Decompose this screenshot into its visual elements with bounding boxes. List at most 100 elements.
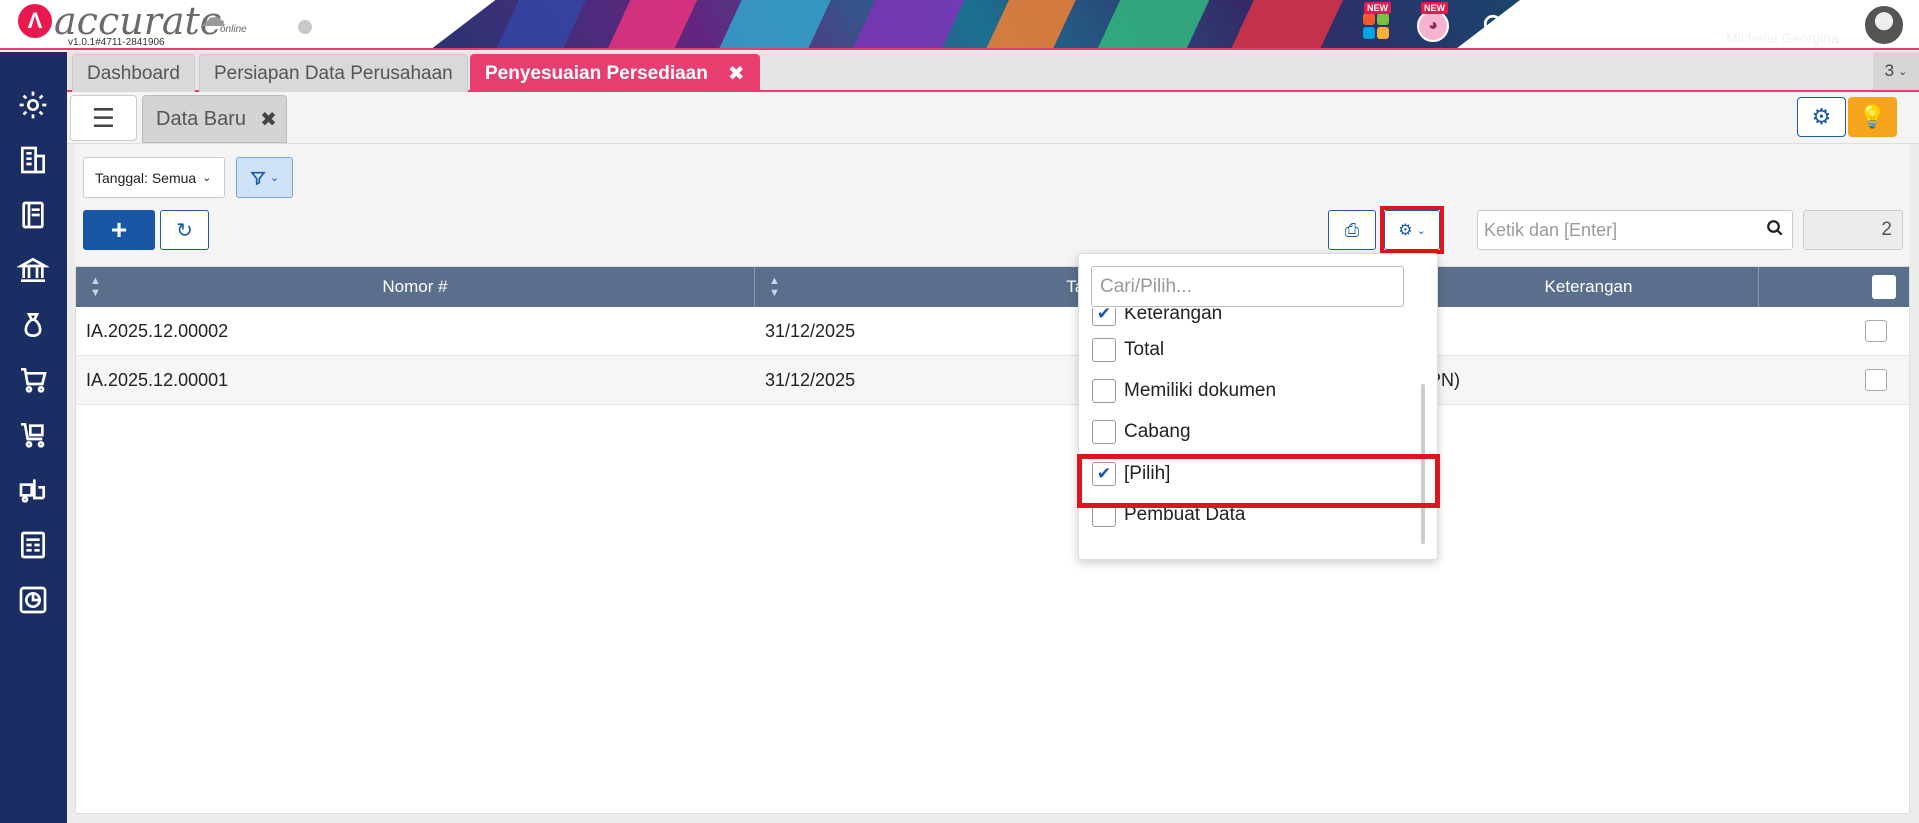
- chevron-down-icon: ⌄: [1898, 65, 1908, 78]
- accurate-logo-mark: Λ: [18, 4, 52, 38]
- subtab-data-baru[interactable]: Data Baru ✖: [142, 95, 287, 143]
- date-filter-label: Tanggal: Semua: [95, 169, 197, 186]
- accurate-logo[interactable]: Λ accurate: [18, 0, 223, 43]
- search-input[interactable]: [1478, 211, 1748, 249]
- refresh-icon: ↻: [176, 219, 193, 242]
- module-tabs: Dashboard Persiapan Data Perusahaan Peny…: [67, 52, 1919, 92]
- column-search-input[interactable]: [1091, 266, 1404, 307]
- apps-grid-icon: [1363, 13, 1389, 39]
- unchecked-checkbox-icon: [1092, 338, 1116, 362]
- tab-label: Penyesuaian Persediaan: [485, 62, 708, 84]
- chevron-down-icon: ⌄: [269, 172, 280, 184]
- table-header: ▲▼ Nomor # ▲▼ Tanggal Keterangan: [76, 267, 1909, 307]
- date-filter-select[interactable]: Tanggal: Semua ⌄: [83, 157, 225, 198]
- list-icon: ☰: [91, 102, 116, 133]
- cell-tanggal: 31/12/2025: [765, 370, 856, 390]
- close-subtab-icon[interactable]: ✖: [260, 107, 277, 132]
- search-icon[interactable]: [1477, 8, 1513, 44]
- option-label: Memiliki dokumen: [1124, 380, 1277, 401]
- top-bar: Λ accurate ☁ online v1.0.1#4711-2841906 …: [0, 0, 1919, 50]
- chevron-down-icon: ⌄: [1416, 224, 1426, 237]
- gear-icon: ⚙: [1811, 104, 1832, 129]
- bell-icon[interactable]: [1597, 8, 1633, 44]
- row-checkbox[interactable]: [1865, 369, 1887, 391]
- column-label: Nomor #: [382, 277, 448, 296]
- row-checkbox[interactable]: [1865, 320, 1887, 342]
- unchecked-checkbox-icon: [1092, 420, 1116, 444]
- column-option-cabang[interactable]: Cabang: [1092, 416, 1191, 448]
- add-button[interactable]: +: [83, 210, 155, 250]
- assistant-button[interactable]: ◕ NEW: [1415, 2, 1451, 44]
- checked-checkbox-icon: ✔: [1092, 308, 1116, 326]
- record-count-field: 2: [1803, 210, 1903, 250]
- tab-count-dropdown[interactable]: 3 ⌄: [1873, 52, 1919, 90]
- cell-tanggal: 31/12/2025: [765, 321, 856, 341]
- inventory-forklift-icon[interactable]: [14, 471, 52, 509]
- money-bag-icon[interactable]: [14, 306, 52, 344]
- table-row[interactable]: IA.2025.12.00002 31/12/2025: [76, 307, 1909, 356]
- column-option-total[interactable]: Total: [1092, 334, 1164, 366]
- mascot-icon: ◕: [1417, 10, 1449, 42]
- data-table: ▲▼ Nomor # ▲▼ Tanggal Keterangan IA.2025…: [75, 266, 1910, 814]
- tax-document-icon[interactable]: [14, 526, 52, 564]
- tab-dashboard[interactable]: Dashboard: [72, 54, 195, 92]
- bank-icon[interactable]: [14, 251, 52, 289]
- shopping-cart-icon[interactable]: [14, 361, 52, 399]
- ledger-book-icon[interactable]: [14, 196, 52, 234]
- tab-label: Persiapan Data Perusahaan: [214, 62, 453, 84]
- status-dot: [298, 20, 312, 34]
- settings-gear-icon[interactable]: [14, 86, 52, 124]
- column-options-list: ✔ Keterangan Total Memiliki dokumen Caba…: [1079, 308, 1425, 548]
- new-badge: NEW: [1421, 2, 1448, 14]
- select-all-checkbox[interactable]: [1872, 275, 1896, 299]
- unchecked-checkbox-icon: [1092, 379, 1116, 403]
- company-building-icon[interactable]: [14, 141, 52, 179]
- option-label: Cabang: [1124, 421, 1191, 442]
- apps-button[interactable]: NEW: [1358, 2, 1394, 44]
- column-option-memiliki-dokumen[interactable]: Memiliki dokumen: [1092, 375, 1276, 407]
- highlight-box: [1077, 454, 1440, 508]
- printer-icon: ⎙: [1344, 219, 1360, 240]
- subtab-label: Data Baru: [156, 107, 247, 130]
- column-picker-dropdown: ✔ Keterangan Total Memiliki dokumen Caba…: [1078, 253, 1438, 560]
- plus-icon: +: [110, 214, 128, 245]
- table-row[interactable]: IA.2025.12.00001 31/12/2025 PN): [76, 356, 1909, 405]
- logo-text: accurate: [54, 0, 223, 43]
- print-button[interactable]: ⎙: [1328, 210, 1376, 250]
- sort-icon: ▲ ▼: [769, 275, 780, 299]
- close-tab-icon[interactable]: ✖: [728, 61, 745, 86]
- purchase-cart-icon[interactable]: [14, 416, 52, 454]
- column-header-nomor[interactable]: ▲ ▼ Nomor #: [76, 267, 755, 307]
- avatar[interactable]: [1863, 4, 1905, 46]
- cell-nomor: IA.2025.12.00002: [86, 321, 229, 341]
- column-option-keterangan[interactable]: ✔ Keterangan: [1092, 308, 1222, 330]
- record-count: 2: [1881, 219, 1892, 240]
- user-name: Michelle Georgina: [1726, 30, 1839, 46]
- option-label: Total: [1124, 339, 1165, 360]
- database-info[interactable]: Database August Michelle Georgina: [1679, 5, 1839, 46]
- tab-penyesuaian-persediaan[interactable]: Penyesuaian Persediaan ✖: [470, 54, 760, 92]
- column-label: Keterangan: [1544, 277, 1633, 296]
- tips-button[interactable]: 💡: [1848, 97, 1897, 137]
- cell-nomor: IA.2025.12.00001: [86, 370, 229, 390]
- funnel-icon: [250, 171, 266, 185]
- help-icon[interactable]: [1537, 8, 1573, 44]
- list-view-button[interactable]: ☰: [70, 95, 137, 141]
- tab-label: Dashboard: [87, 62, 180, 84]
- refresh-button[interactable]: ↻: [160, 210, 209, 250]
- logo-online-label: online: [220, 24, 247, 35]
- column-settings-button[interactable]: ⚙ ⌄: [1384, 210, 1440, 250]
- tab-count: 3: [1884, 61, 1895, 80]
- sidebar: [0, 52, 67, 823]
- search-icon[interactable]: [1766, 219, 1784, 243]
- new-badge: NEW: [1364, 2, 1391, 14]
- version-label: v1.0.1#4711-2841906: [68, 37, 165, 48]
- gear-icon: ⚙: [1398, 222, 1413, 239]
- page-settings-button[interactable]: ⚙: [1797, 97, 1846, 137]
- header-banner-art: [430, 0, 1520, 48]
- tab-persiapan-data[interactable]: Persiapan Data Perusahaan: [199, 54, 468, 92]
- filter-button[interactable]: ⌄: [236, 157, 293, 198]
- option-label: Keterangan: [1124, 308, 1223, 324]
- chevron-down-icon: ⌄: [202, 172, 212, 184]
- report-chart-icon[interactable]: [14, 581, 52, 619]
